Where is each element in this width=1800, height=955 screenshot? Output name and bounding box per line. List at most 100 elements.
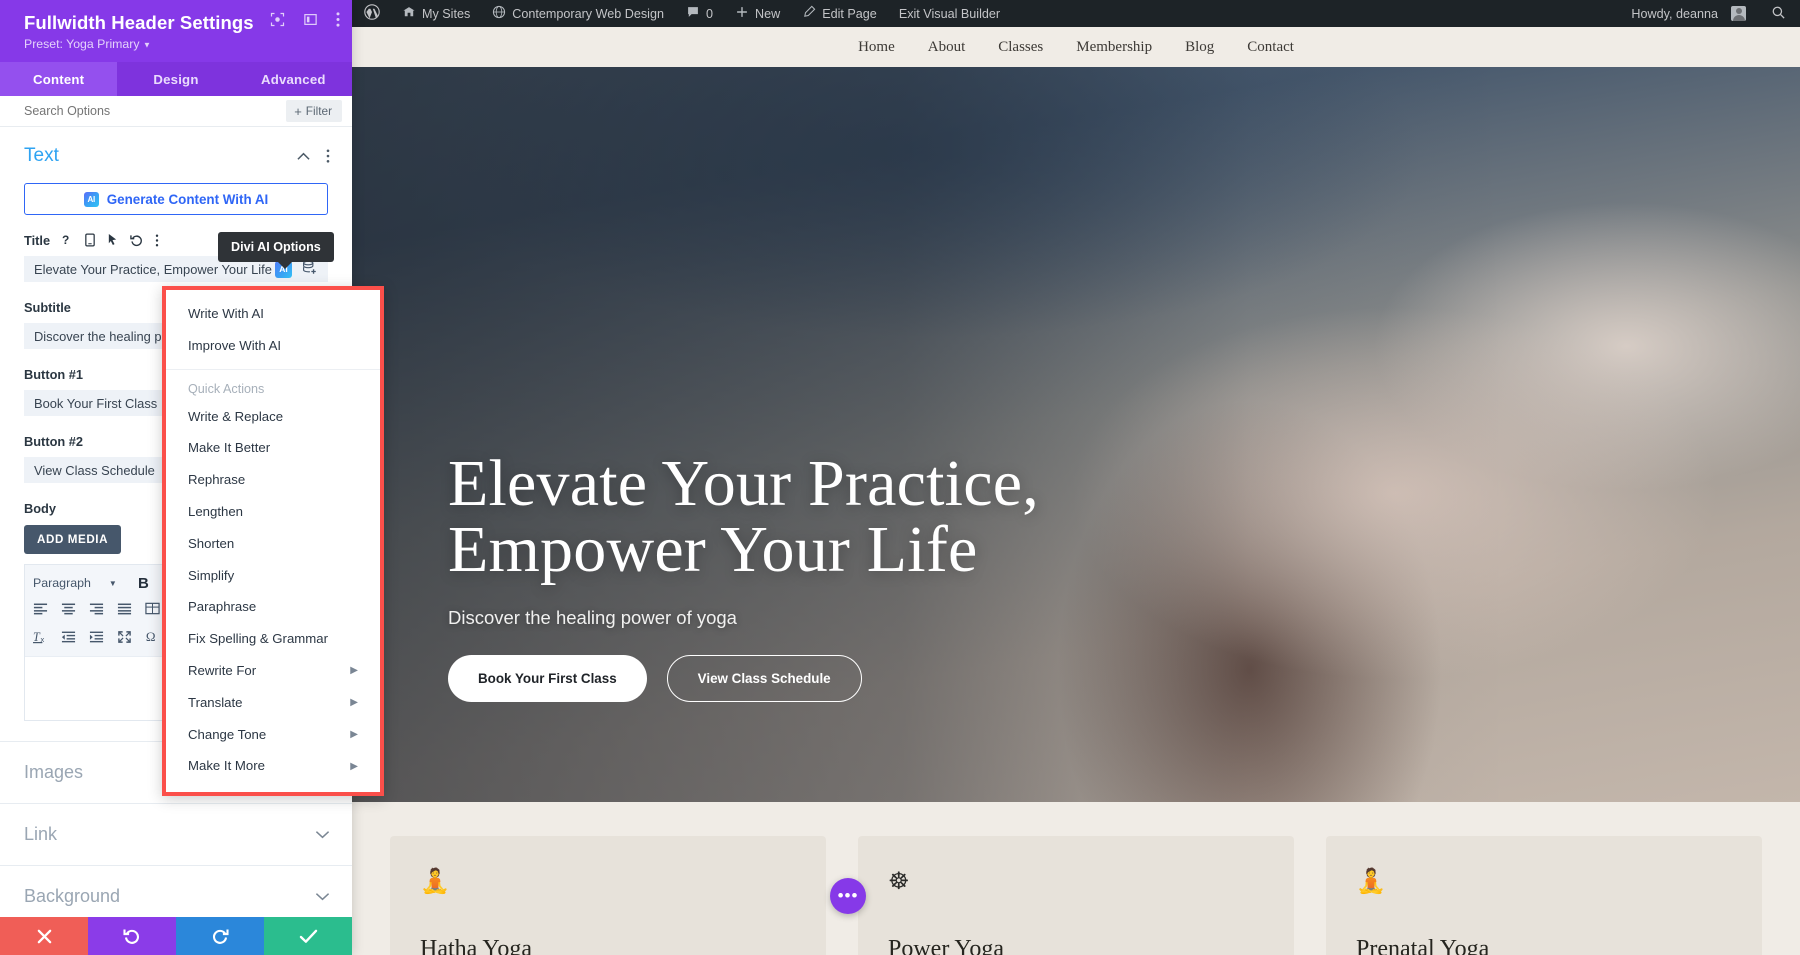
card-prenatal-yoga[interactable]: 🧘 Prenatal Yoga	[1326, 836, 1762, 955]
reset-icon[interactable]	[130, 234, 143, 247]
hover-state-icon[interactable]	[107, 233, 118, 247]
admin-bar-site-name-label: Contemporary Web Design	[512, 6, 664, 21]
tab-advanced[interactable]: Advanced	[235, 62, 352, 96]
title-input-value: Elevate Your Practice, Empower Your Life	[34, 261, 272, 277]
redo-button[interactable]	[176, 917, 264, 955]
field-button-2-label: Button #2	[24, 433, 84, 449]
accordion-link[interactable]: Link	[0, 804, 352, 866]
align-justify-icon[interactable]	[117, 602, 132, 620]
menu-item-shorten[interactable]: Shorten	[166, 528, 380, 560]
filter-button-label: Filter	[305, 104, 332, 118]
dynamic-content-icon[interactable]	[302, 260, 318, 278]
discard-button[interactable]	[0, 917, 88, 955]
chevron-down-icon	[315, 888, 330, 906]
admin-bar-search-button[interactable]	[1757, 5, 1800, 23]
menu-item-write-with-ai[interactable]: Write With AI	[166, 298, 380, 330]
card-hatha-yoga[interactable]: 🧘 Hatha Yoga	[390, 836, 826, 955]
chevron-down-icon	[315, 826, 330, 844]
menu-item-rephrase[interactable]: Rephrase	[166, 464, 380, 496]
admin-bar-comments-count: 0	[705, 6, 713, 21]
sites-icon	[402, 5, 416, 22]
admin-bar-my-sites[interactable]: My Sites	[391, 0, 481, 27]
generate-content-label: Generate Content With AI	[106, 191, 269, 207]
admin-bar-edit-page[interactable]: Edit Page	[791, 0, 888, 27]
nav-item-about[interactable]: About	[928, 39, 966, 56]
accordion-link-label: Link	[24, 824, 58, 844]
indent-icon[interactable]	[89, 630, 104, 648]
undo-button[interactable]	[88, 917, 176, 955]
hero-content: Elevate Your Practice, Empower Your Life…	[448, 451, 1039, 702]
menu-item-change-tone[interactable]: Change Tone ▶	[166, 719, 380, 751]
panel-footer	[0, 917, 352, 955]
admin-bar-site-name[interactable]: Contemporary Web Design	[481, 0, 675, 27]
grid-icon[interactable]	[145, 602, 160, 620]
panel-preset-selector[interactable]: Preset: Yoga Primary ▼	[24, 37, 338, 51]
section-text-header: Text	[0, 127, 352, 179]
hero-button-secondary[interactable]: View Class Schedule	[666, 655, 862, 702]
menu-item-fix-spelling-grammar[interactable]: Fix Spelling & Grammar	[166, 623, 380, 655]
fullwidth-header-module[interactable]: Elevate Your Practice, Empower Your Life…	[352, 67, 1800, 802]
admin-bar-comments[interactable]: 0	[675, 0, 724, 27]
admin-bar-exit-visual-builder[interactable]: Exit Visual Builder	[888, 0, 1011, 27]
menu-item-label: Write & Replace	[188, 408, 284, 424]
admin-bar-new[interactable]: New	[724, 0, 791, 27]
menu-item-label: Change Tone	[188, 726, 267, 742]
menu-item-make-it-better[interactable]: Make It Better	[166, 432, 380, 464]
menu-item-write-and-replace[interactable]: Write & Replace	[166, 401, 380, 433]
bold-icon[interactable]: B	[138, 575, 149, 592]
nav-item-contact[interactable]: Contact	[1247, 39, 1294, 56]
section-more-icon[interactable]	[326, 149, 330, 163]
align-left-icon[interactable]	[33, 602, 48, 620]
admin-bar-exit-label: Exit Visual Builder	[898, 6, 1001, 21]
align-right-icon[interactable]	[89, 602, 104, 620]
wp-logo-button[interactable]	[352, 0, 391, 27]
admin-bar-my-sites-label: My Sites	[422, 6, 471, 21]
align-center-icon[interactable]	[61, 602, 76, 620]
menu-item-make-it-more[interactable]: Make It More ▶	[166, 750, 380, 782]
paragraph-format-select[interactable]: Paragraph ▼	[33, 576, 125, 590]
special-character-icon[interactable]: Ω	[145, 629, 158, 649]
add-media-button[interactable]: ADD MEDIA	[24, 525, 122, 554]
generate-content-with-ai-button[interactable]: AI Generate Content With AI	[24, 183, 328, 215]
nav-item-home[interactable]: Home	[858, 39, 895, 56]
nav-item-blog[interactable]: Blog	[1185, 39, 1214, 56]
module-actions-fab[interactable]: •••	[830, 878, 866, 914]
menu-item-rewrite-for[interactable]: Rewrite For ▶	[166, 655, 380, 687]
clear-formatting-icon[interactable]: Tx	[33, 630, 48, 649]
field-more-icon[interactable]	[155, 234, 159, 247]
nav-item-classes[interactable]: Classes	[998, 39, 1043, 56]
menu-item-label: Make It More	[188, 758, 265, 774]
card-title: Prenatal Yoga	[1356, 936, 1490, 955]
panel-more-icon[interactable]	[336, 12, 340, 27]
collapse-icon[interactable]	[297, 152, 310, 161]
chevron-down-icon: ▼	[142, 40, 151, 50]
tab-content[interactable]: Content	[0, 62, 118, 96]
outdent-icon[interactable]	[61, 630, 76, 648]
chevron-down-icon: ▼	[108, 578, 117, 588]
menu-item-improve-with-ai[interactable]: Improve With AI	[166, 330, 380, 362]
tab-design[interactable]: Design	[117, 62, 234, 96]
search-input[interactable]	[24, 104, 287, 118]
menu-item-translate[interactable]: Translate ▶	[166, 687, 380, 719]
admin-bar-howdy[interactable]: Howdy, deanna	[1620, 0, 1757, 27]
field-button-1-label: Button #1	[24, 366, 84, 382]
focus-icon[interactable]	[270, 12, 285, 27]
menu-item-paraphrase[interactable]: Paraphrase	[166, 591, 380, 623]
menu-item-lengthen[interactable]: Lengthen	[166, 496, 380, 528]
field-title-label: Title	[24, 232, 51, 248]
divi-ai-options-tooltip: Divi AI Options	[218, 232, 334, 269]
responsive-icon[interactable]	[85, 233, 95, 247]
hero-button-primary[interactable]: Book Your First Class	[448, 655, 647, 702]
save-button[interactable]	[264, 917, 352, 955]
fullscreen-icon[interactable]	[117, 630, 132, 649]
nav-item-membership[interactable]: Membership	[1076, 39, 1152, 56]
accordion-background[interactable]: Background	[0, 866, 352, 917]
menu-item-label: Translate	[188, 694, 243, 710]
help-icon[interactable]: ?	[62, 233, 73, 247]
card-power-yoga[interactable]: ••• ☸ Power Yoga	[830, 836, 1294, 955]
accordion-images-label: Images	[24, 762, 84, 782]
menu-item-simplify[interactable]: Simplify	[166, 560, 380, 592]
panel-tabs: Content Design Advanced	[0, 62, 352, 96]
panel-layout-icon[interactable]	[303, 12, 318, 27]
filter-button[interactable]: + Filter	[286, 100, 342, 122]
